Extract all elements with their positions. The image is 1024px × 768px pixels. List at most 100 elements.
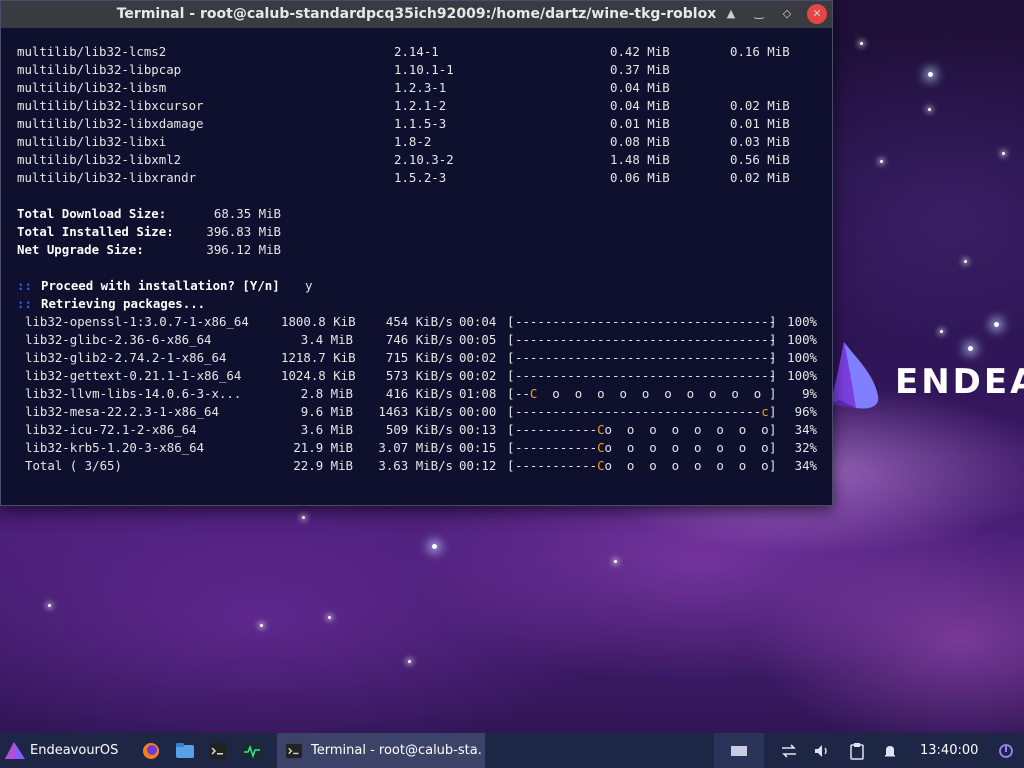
taskbar-terminal-task[interactable]: Terminal - root@calub-sta... <box>277 733 485 768</box>
package-list: multilib/lib32-lcms2 2.14-1 0.42 MiB 0.16 M… <box>17 43 832 187</box>
close-button[interactable]: ✕ <box>807 4 827 24</box>
download-bar-close: ] <box>769 458 777 473</box>
workspace-pager[interactable] <box>714 733 764 768</box>
progress-remaining: o o o o o o o o <box>604 422 769 437</box>
download-percent: 34% <box>794 458 817 473</box>
network-icon[interactable] <box>775 733 803 768</box>
star <box>928 72 933 77</box>
download-rate: 3.07 MiB/s <box>378 440 453 455</box>
total-row: Net Upgrade Size: 396.12 MiB <box>17 241 832 259</box>
endeavour-logo-icon <box>828 342 879 409</box>
package-name: multilib/lib32-libxdamage <box>17 116 204 131</box>
download-name: lib32-glibc-2.36-6-x86_64 <box>25 332 212 347</box>
download-rate: 509 KiB/s <box>385 422 453 437</box>
package-row: multilib/lib32-libxrandr 1.5.2-3 0.06 MiB 0… <box>17 169 832 187</box>
firefox-icon[interactable] <box>137 733 165 768</box>
download-time: 00:04 <box>459 314 497 329</box>
progress-remaining: o o o o o o o o <box>604 440 769 455</box>
download-bar-close: ] <box>769 350 777 365</box>
notifications-icon[interactable] <box>876 733 904 768</box>
terminal-output[interactable]: multilib/lib32-lcms2 2.14-1 0.42 MiB 0.16 M… <box>1 29 832 505</box>
package-version: 1.1.5-3 <box>394 116 447 131</box>
package-version: 2.14-1 <box>394 44 439 59</box>
download-time: 00:05 <box>459 332 497 347</box>
package-row: multilib/lib32-libxi 1.8-2 0.08 MiB 0.03 Mi… <box>17 133 832 151</box>
proceed-question: Proceed with installation? [Y/n] <box>41 278 280 293</box>
progress-fill: -- <box>515 386 530 401</box>
total-label: Total Installed Size: <box>17 224 174 239</box>
download-bar-open: [ <box>507 422 515 437</box>
terminal-icon <box>286 743 302 758</box>
download-percent: 100% <box>787 314 817 329</box>
files-icon[interactable] <box>171 733 199 768</box>
download-row: lib32-mesa-22.2.3-1-x86_64 9.6 MiB 1463 Ki… <box>17 403 832 421</box>
terminal-window[interactable]: Terminal - root@calub-standardpcq35ich92… <box>0 0 833 506</box>
download-time: 00:00 <box>459 404 497 419</box>
window-titlebar[interactable]: Terminal - root@calub-standardpcq35ich92… <box>1 1 832 28</box>
star <box>880 160 883 163</box>
download-row: lib32-openssl-1:3.0.7-1-x86_64 1800.8 KiB… <box>17 313 832 331</box>
package-size: 0.04 MiB <box>610 98 670 113</box>
package-version: 1.10.1-1 <box>394 62 454 77</box>
download-bar-open: [ <box>507 350 515 365</box>
download-rate: 1463 KiB/s <box>378 404 453 419</box>
download-bar-close: ] <box>769 440 777 455</box>
progress-cursor: C <box>597 458 605 473</box>
download-name: lib32-openssl-1:3.0.7-1-x86_64 <box>25 314 249 329</box>
start-menu-button[interactable]: EndeavourOS <box>0 733 124 768</box>
download-percent: 100% <box>787 332 817 347</box>
download-name: lib32-icu-72.1-2-x86_64 <box>25 422 197 437</box>
progress-bar: ---------------------------------c <box>515 403 769 421</box>
star <box>860 42 863 45</box>
minimize-button[interactable]: ‿ <box>749 4 769 24</box>
power-icon[interactable] <box>992 733 1020 768</box>
volume-icon[interactable] <box>808 733 836 768</box>
progress-remaining: o o o o o o o o o o <box>537 386 762 401</box>
package-download: 0.56 MiB <box>730 152 790 167</box>
proceed-answer: y <box>305 278 313 293</box>
download-bar-open: [ <box>507 332 515 347</box>
package-size: 0.08 MiB <box>610 134 670 149</box>
window-title: Terminal - root@calub-standardpcq35ich92… <box>116 6 717 22</box>
package-row: multilib/lib32-lcms2 2.14-1 0.42 MiB 0.16 M… <box>17 43 832 61</box>
clock[interactable]: 13:40:00 <box>920 733 980 768</box>
download-bar-open: [ <box>507 440 515 455</box>
package-row: multilib/lib32-libxdamage 1.1.5-3 0.01 MiB… <box>17 115 832 133</box>
star <box>614 560 617 563</box>
proceed-prompt: :: Proceed with installation? [Y/n] y <box>17 277 832 295</box>
download-size: 2.8 MiB <box>300 386 353 401</box>
endeavour-logo-text: ENDEAVOUR <box>895 362 1024 402</box>
star <box>968 346 973 351</box>
download-time: 01:08 <box>459 386 497 401</box>
download-percent: 34% <box>794 422 817 437</box>
progress-fill: ----------------------------------- <box>515 332 777 347</box>
terminal-icon[interactable] <box>204 733 232 768</box>
package-size: 0.01 MiB <box>610 116 670 131</box>
package-version: 1.2.3-1 <box>394 80 447 95</box>
download-size: 3.4 MiB <box>300 332 353 347</box>
maximize-button[interactable]: ◇ <box>777 4 797 24</box>
star <box>964 260 967 263</box>
download-size: 22.9 MiB <box>293 458 353 473</box>
star <box>48 604 51 607</box>
download-row: lib32-glib2-2.74.2-1-x86_64 1218.7 KiB 715… <box>17 349 832 367</box>
download-row: Total ( 3/65) 22.9 MiB 3.63 MiB/s 00:12 [---… <box>17 457 832 475</box>
star <box>302 516 305 519</box>
download-rate: 3.63 MiB/s <box>378 458 453 473</box>
download-name: lib32-gettext-0.21.1-1-x86_64 <box>25 368 242 383</box>
system-monitor-icon[interactable] <box>238 733 266 768</box>
package-name: multilib/lib32-libsm <box>17 80 167 95</box>
clipboard-icon[interactable] <box>843 733 871 768</box>
progress-cursor: C <box>597 422 605 437</box>
package-size: 0.04 MiB <box>610 80 670 95</box>
download-row: lib32-llvm-libs-14.0.6-3-x... 2.8 MiB 416 … <box>17 385 832 403</box>
shade-button[interactable]: ▲ <box>721 4 741 24</box>
endeavouros-icon <box>5 741 25 759</box>
star <box>940 330 943 333</box>
progress-cursor: C <box>597 440 605 455</box>
total-value: 68.35 MiB <box>213 206 281 221</box>
download-bar-close: ] <box>769 422 777 437</box>
progress-remaining: o o o o o o o o <box>604 458 769 473</box>
progress-cursor: c <box>761 404 769 419</box>
